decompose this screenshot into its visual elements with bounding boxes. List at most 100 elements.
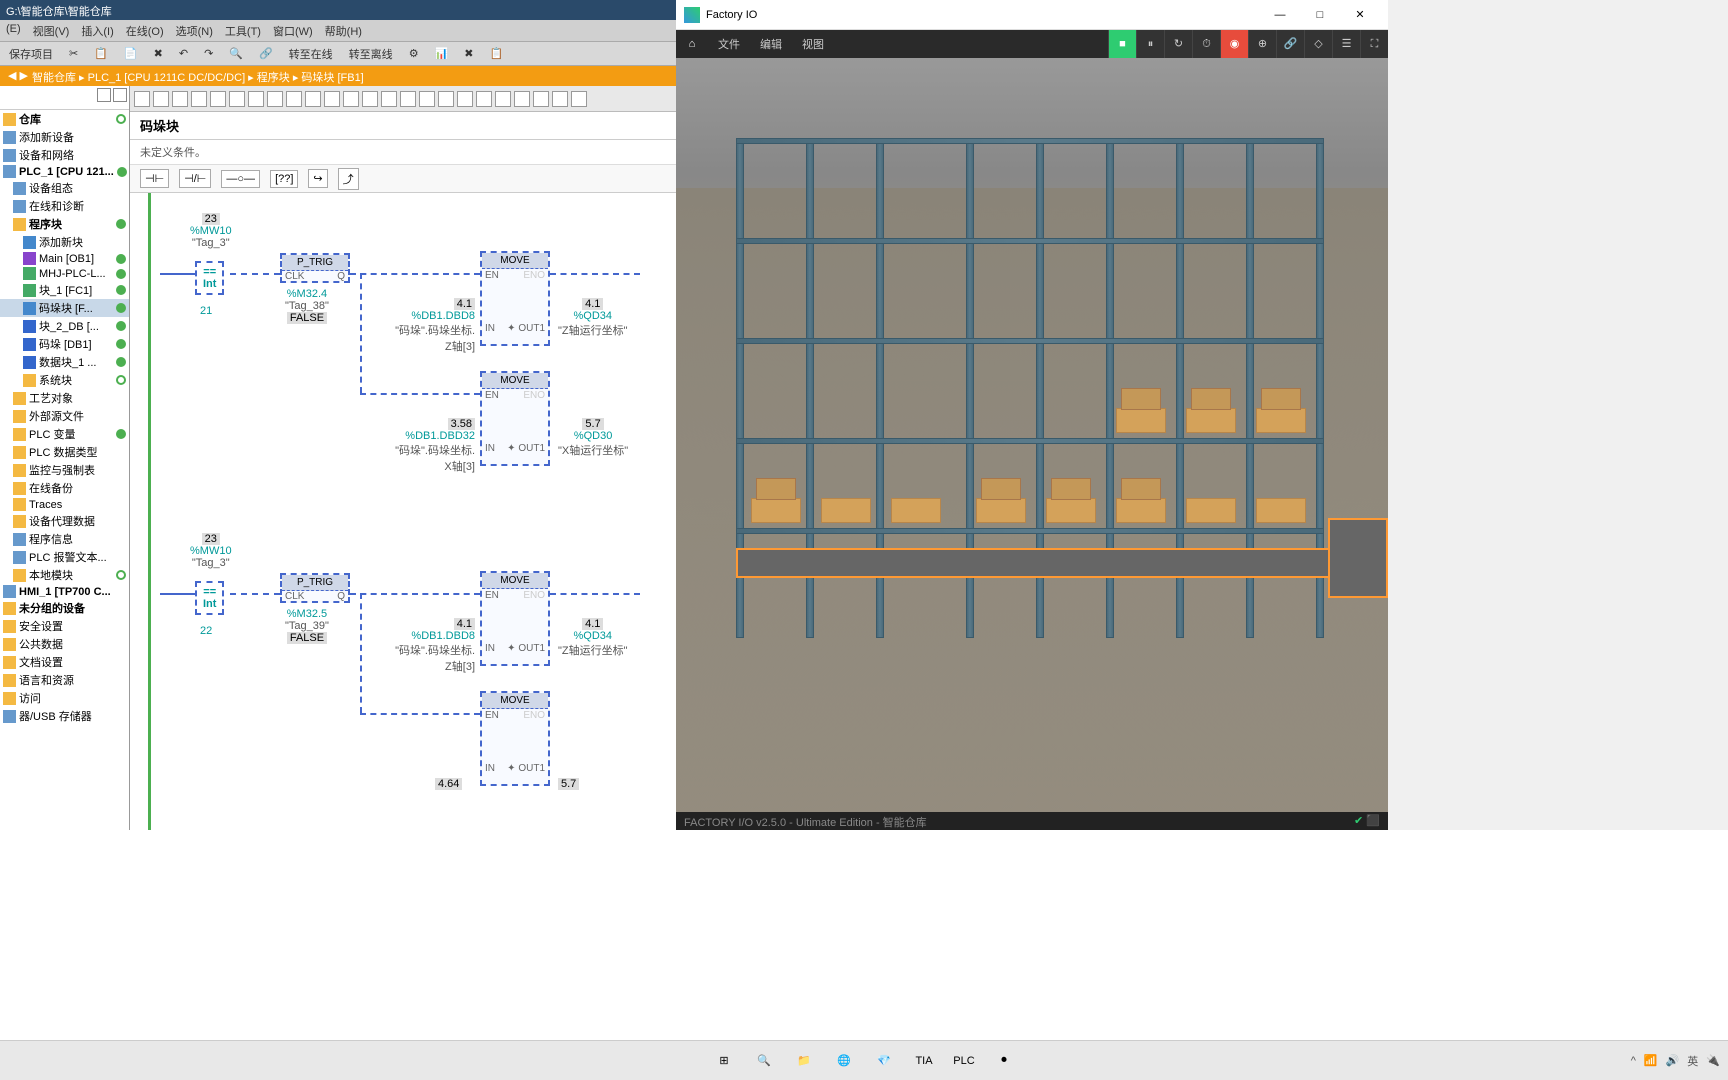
link-button[interactable]: 🔗 [1276,30,1304,58]
editor-tool-button[interactable] [286,91,302,107]
reset-button[interactable]: ↻ [1164,30,1192,58]
menu-item[interactable]: (E) [6,23,21,38]
editor-tool-button[interactable] [229,91,245,107]
editor-tool-button[interactable] [343,91,359,107]
editor-tool-button[interactable] [533,91,549,107]
tree-item[interactable]: 程序信息 [0,530,129,548]
tree-item[interactable]: MHJ-PLC-L... [0,266,129,281]
menu-item[interactable]: 插入(I) [81,23,113,38]
project-tree[interactable]: 仓库 添加新设备 设备和网络 PLC_1 [CPU 121... 设备组态 在线… [0,86,130,830]
expand-button[interactable]: ⛶ [1360,30,1388,58]
home-button[interactable]: ⌂ [676,38,708,50]
taskbar-app[interactable]: 💎 [866,1043,902,1079]
editor-tool-button[interactable] [134,91,150,107]
tree-item[interactable]: 数据块_1 ... [0,353,129,371]
move-block[interactable]: MOVE ENENO IN✦ OUT1 [480,371,550,466]
editor-tool-button[interactable] [267,91,283,107]
menu-item[interactable]: 在线(O) [126,23,164,38]
tree-item[interactable]: 工艺对象 [0,389,129,407]
editor-tool-button[interactable] [476,91,492,107]
editor-tool-button[interactable] [514,91,530,107]
ladder-area[interactable]: 23%MW10"Tag_3" ==Int 21 P_TRIG CLKQ %M32… [130,193,676,830]
toolbar-button[interactable]: ✂ [64,44,83,63]
editor-tool-button[interactable] [495,91,511,107]
tree-item[interactable]: PLC 数据类型 [0,443,129,461]
move-block[interactable]: MOVE ENENO IN✦ OUT1 [480,251,550,346]
editor-tool-button[interactable] [400,91,416,107]
toolbar-button[interactable]: 📊 [430,44,454,63]
tree-item[interactable]: 未分组的设备 [0,599,129,617]
tree-item[interactable]: 本地模块 [0,566,129,584]
tree-item[interactable]: 安全设置 [0,617,129,635]
editor-tool-button[interactable] [438,91,454,107]
menu-item[interactable]: 窗口(W) [273,23,313,38]
move-block[interactable]: MOVE ENENO IN✦ OUT1 [480,571,550,666]
tray-icon[interactable]: ^ [1631,1055,1636,1067]
tree-item[interactable]: 仓库 [0,110,129,128]
editor-tool-button[interactable] [172,91,188,107]
fio-menu-view[interactable]: 视图 [792,36,834,52]
ladder-op-button[interactable]: ↪ [308,169,327,188]
pause-button[interactable]: ⏸ [1136,30,1164,58]
editor-tool-button[interactable] [210,91,226,107]
menu-item[interactable]: 视图(V) [33,23,70,38]
tray-icon[interactable]: 🔌 [1706,1054,1720,1067]
tree-item[interactable]: Main [OB1] [0,251,129,266]
toolbar-button[interactable]: 🔗 [254,44,278,63]
tree-item[interactable]: 系统块 [0,371,129,389]
taskbar-app[interactable]: ⏺ [986,1043,1022,1079]
tree-item[interactable]: 设备组态 [0,179,129,197]
tree-item[interactable]: PLC 变量 [0,425,129,443]
editor-tool-button[interactable] [153,91,169,107]
taskbar-app[interactable]: 🌐 [826,1043,862,1079]
fio-3d-viewport[interactable] [676,58,1388,812]
tree-item[interactable]: 块_2_DB [... [0,317,129,335]
ladder-op-button[interactable]: ⤴ [338,168,359,190]
tray-icon[interactable]: 英 [1687,1053,1698,1069]
tree-item[interactable]: 文档设置 [0,653,129,671]
tree-item[interactable]: 在线备份 [0,479,129,497]
tree-item[interactable]: 码垛块 [F... [0,299,129,317]
ladder-op-button[interactable]: [??] [270,170,298,188]
taskbar-app[interactable]: TIA [906,1043,942,1079]
tree-item[interactable]: 程序块 [0,215,129,233]
toolbar-button[interactable]: 📋 [89,44,113,63]
toolbar-button[interactable]: ✖ [149,44,168,63]
editor-tool-button[interactable] [248,91,264,107]
minimize-button[interactable]: — [1260,1,1300,29]
play-button[interactable]: ■ [1108,30,1136,58]
tree-item[interactable]: 添加新设备 [0,128,129,146]
ptrig-block[interactable]: P_TRIG CLKQ [280,573,350,603]
ladder-op-button[interactable]: ⊣⊢ [140,169,169,188]
tree-item[interactable]: 设备代理数据 [0,512,129,530]
ladder-network[interactable]: 23%MW10"Tag_3" ==Int 22 P_TRIG CLKQ %M32… [140,533,666,813]
toolbar-button[interactable]: 转至在线 [284,43,338,65]
timer-button[interactable]: ⏱ [1192,30,1220,58]
compare-block[interactable]: ==Int [195,581,224,615]
tree-item[interactable]: 监控与强制表 [0,461,129,479]
tree-item[interactable]: Traces [0,497,129,512]
menu-item[interactable]: 工具(T) [225,23,261,38]
taskbar-app[interactable]: ⊞ [706,1043,742,1079]
tree-item[interactable]: PLC_1 [CPU 121... [0,164,129,179]
tree-item[interactable]: HMI_1 [TP700 C... [0,584,129,599]
tree-item[interactable]: 设备和网络 [0,146,129,164]
toolbar-button[interactable]: ✖ [459,44,478,63]
toolbar-button[interactable]: 📄 [119,44,143,63]
taskbar-app[interactable]: 📁 [786,1043,822,1079]
taskbar-app[interactable]: 🔍 [746,1043,782,1079]
list-button[interactable]: ☰ [1332,30,1360,58]
editor-tool-button[interactable] [419,91,435,107]
tray-icon[interactable]: 📶 [1644,1054,1658,1067]
editor-tool-button[interactable] [457,91,473,107]
tree-item[interactable]: 器/USB 存储器 [0,707,129,725]
ladder-network[interactable]: 23%MW10"Tag_3" ==Int 21 P_TRIG CLKQ %M32… [140,213,666,493]
toolbar-button[interactable]: ↷ [199,44,218,63]
tree-item[interactable]: 块_1 [FC1] [0,281,129,299]
editor-tool-button[interactable] [381,91,397,107]
menu-item[interactable]: 帮助(H) [325,23,362,38]
move-block[interactable]: MOVE ENENO IN✦ OUT1 [480,691,550,786]
ladder-op-button[interactable]: ⊣/⊢ [179,169,211,188]
editor-tool-button[interactable] [324,91,340,107]
toolbar-button[interactable]: ↶ [174,44,193,63]
